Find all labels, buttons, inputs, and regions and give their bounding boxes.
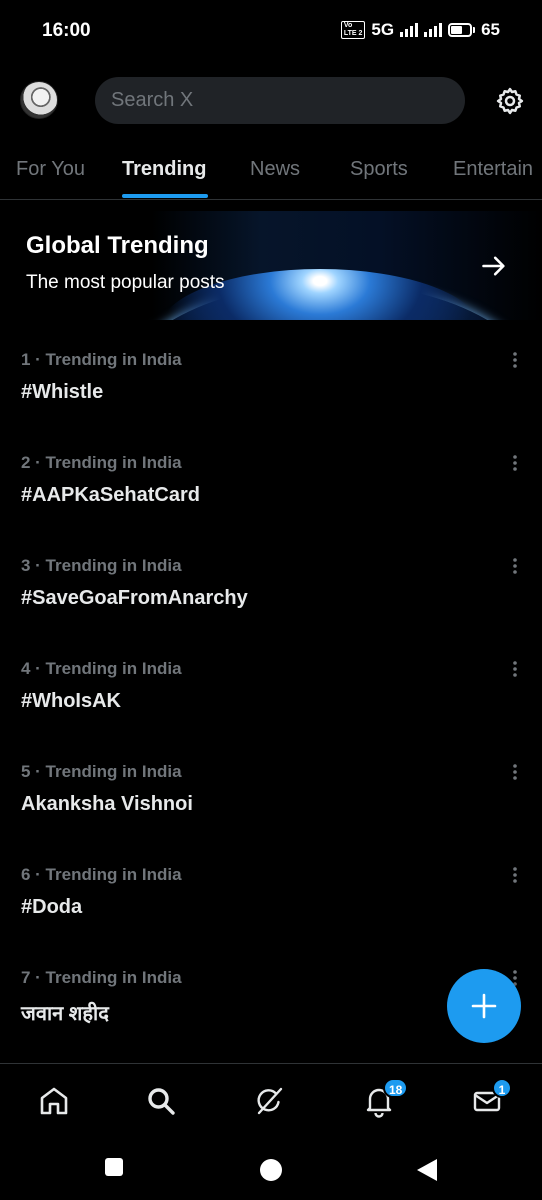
volte-icon: Vo LTE 2 <box>340 21 366 39</box>
signal-icon <box>400 23 419 37</box>
volte-line2: LTE 2 <box>343 30 363 37</box>
grok-icon[interactable] <box>253 1084 287 1118</box>
trend-meta: 3 · Trending in India <box>21 556 182 575</box>
search-box[interactable] <box>95 77 465 124</box>
trend-meta: 7 · Trending in India <box>21 968 182 987</box>
signal-icon-2 <box>424 23 443 37</box>
trend-meta: 6 · Trending in India <box>21 865 182 884</box>
bottom-nav: 18 1 <box>0 1063 542 1137</box>
messages-badge: 1 <box>492 1078 512 1098</box>
more-icon[interactable] <box>506 763 524 781</box>
trend-item[interactable]: 1 · Trending in India #Whistle <box>0 336 542 439</box>
more-icon[interactable] <box>506 660 524 678</box>
more-icon[interactable] <box>506 351 524 369</box>
notifications-badge: 18 <box>383 1078 409 1098</box>
trend-name: जवान शहीद <box>21 1003 109 1025</box>
banner-title: Global Trending <box>26 232 209 259</box>
trend-name: #Doda <box>21 896 83 918</box>
trend-meta: 2 · Trending in India <box>21 453 182 472</box>
arrow-right-icon[interactable] <box>480 252 508 280</box>
trend-item[interactable]: 3 · Trending in India #SaveGoaFromAnarch… <box>0 542 542 645</box>
battery-icon <box>448 23 476 37</box>
trend-name: #WhoIsAK <box>21 690 121 712</box>
trend-name: #SaveGoaFromAnarchy <box>21 587 248 609</box>
trend-item[interactable]: 5 · Trending in India Akanksha Vishnoi <box>0 748 542 851</box>
tab-bar: For You Trending News Sports Entertain <box>0 140 542 200</box>
search-icon[interactable] <box>144 1084 178 1118</box>
trend-item[interactable]: 6 · Trending in India #Doda <box>0 851 542 954</box>
trend-meta: 5 · Trending in India <box>21 762 182 781</box>
recents-button[interactable] <box>104 1157 124 1177</box>
avatar[interactable] <box>20 81 58 119</box>
status-time: 16:00 <box>42 20 91 41</box>
plus-icon <box>471 993 497 1019</box>
global-trending-banner[interactable]: Global Trending The most popular posts <box>0 211 542 320</box>
home-icon[interactable] <box>37 1084 71 1118</box>
compose-button[interactable] <box>447 969 521 1043</box>
more-icon[interactable] <box>506 454 524 472</box>
trend-item[interactable]: 4 · Trending in India #WhoIsAK <box>0 645 542 748</box>
back-button[interactable] <box>415 1158 439 1182</box>
trend-name: Akanksha Vishnoi <box>21 793 193 815</box>
tab-entertainment[interactable]: Entertain <box>453 158 533 181</box>
trend-list: 1 · Trending in India #Whistle 2 · Trend… <box>0 336 542 1057</box>
battery-level: 65 <box>481 20 500 39</box>
trend-item[interactable]: 2 · Trending in India #AAPKaSehatCard <box>0 439 542 542</box>
banner-subtitle: The most popular posts <box>26 272 225 293</box>
home-button[interactable] <box>259 1158 283 1182</box>
network-type: 5G <box>371 20 395 39</box>
trend-meta: 4 · Trending in India <box>21 659 182 678</box>
more-icon[interactable] <box>506 557 524 575</box>
tab-news[interactable]: News <box>250 158 300 181</box>
trend-name: #Whistle <box>21 381 104 403</box>
settings-icon[interactable] <box>495 86 525 116</box>
status-indicators: Vo LTE 2 5G 65 <box>340 20 500 40</box>
tab-for-you[interactable]: For You <box>16 158 85 181</box>
android-nav-bar <box>0 1137 542 1200</box>
page: 16:00 Vo LTE 2 5G 65 For You Trending Ne… <box>0 0 542 1200</box>
trend-name: #AAPKaSehatCard <box>21 484 200 506</box>
tab-trending[interactable]: Trending <box>122 158 206 181</box>
more-icon[interactable] <box>506 866 524 884</box>
volte-line1: Vo <box>343 22 353 29</box>
trend-meta: 1 · Trending in India <box>21 350 182 369</box>
status-bar: 16:00 Vo LTE 2 5G 65 <box>0 0 542 62</box>
search-input[interactable] <box>95 77 465 124</box>
tab-sports[interactable]: Sports <box>350 158 408 181</box>
tab-indicator <box>122 194 208 198</box>
